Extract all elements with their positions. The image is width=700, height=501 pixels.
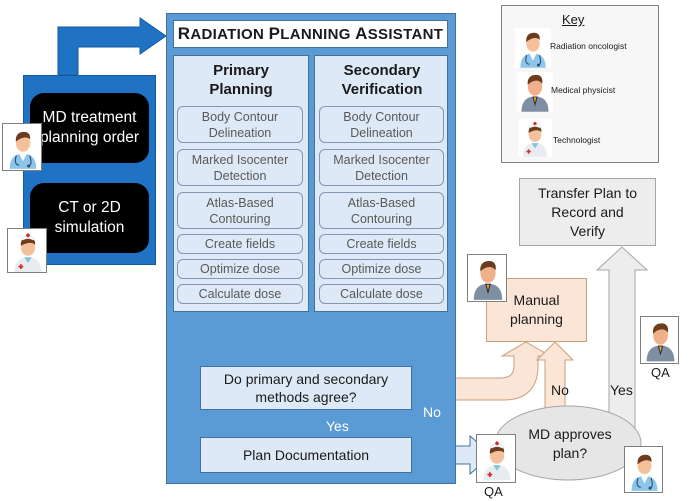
primary-step: Create fields xyxy=(177,234,303,254)
primary-step: Body Contour Delineation xyxy=(177,106,303,143)
secondary-step: Atlas-Based Contouring xyxy=(319,192,444,229)
rpa-title-text: RADIATION PLANNING ASSISTANT xyxy=(177,24,444,43)
transfer-plan-box: Transfer Plan to Record and Verify xyxy=(519,178,656,246)
plan-documentation-box: Plan Documentation xyxy=(200,437,412,473)
technologist-icon xyxy=(476,434,516,483)
arrow-order-to-rpa xyxy=(57,17,167,76)
technologist-icon xyxy=(518,118,552,158)
radiation-oncologist-icon xyxy=(515,28,551,68)
key-label-technologist: Technologist xyxy=(553,135,601,145)
agree-decision-label: Do primary and secondary methods agree? xyxy=(223,371,389,405)
technologist-icon xyxy=(7,228,47,273)
ct-simulation-box: CT or 2D simulation xyxy=(30,183,149,253)
qa-label-technologist: QA xyxy=(484,484,503,499)
primary-planning-heading: Primary Planning xyxy=(209,62,273,98)
approve-yes-label: Yes xyxy=(610,382,633,398)
secondary-step: Optimize dose xyxy=(319,259,444,279)
primary-step: Marked Isocenter Detection xyxy=(177,149,303,186)
radiation-oncologist-icon xyxy=(624,446,663,493)
secondary-verification-heading: Secondary Verification xyxy=(341,62,423,98)
medical-physicist-icon xyxy=(517,72,553,112)
primary-step: Calculate dose xyxy=(177,284,303,304)
medical-physicist-icon xyxy=(640,316,679,364)
approve-no-label: No xyxy=(551,382,569,398)
qa-label-physicist: QA xyxy=(651,365,670,380)
rpa-title: RADIATION PLANNING ASSISTANT xyxy=(173,20,448,48)
secondary-step: Marked Isocenter Detection xyxy=(319,149,444,186)
agree-yes-label: Yes xyxy=(326,418,349,434)
key-title: Key xyxy=(562,12,585,27)
secondary-step: Create fields xyxy=(319,234,444,254)
primary-step: Optimize dose xyxy=(177,259,303,279)
primary-step: Atlas-Based Contouring xyxy=(177,192,303,229)
radiation-oncologist-icon xyxy=(2,123,42,171)
md-approves-label: MD approves plan? xyxy=(528,426,612,461)
agree-decision-box: Do primary and secondary methods agree? xyxy=(200,366,412,410)
agree-no-label: No xyxy=(423,404,441,420)
md-order-box: MD treatment planning order xyxy=(30,93,149,163)
plan-documentation-label: Plan Documentation xyxy=(242,447,370,463)
key-label-oncologist: Radiation oncologist xyxy=(550,41,627,51)
key-label-physicist: Medical physicist xyxy=(551,85,616,95)
secondary-step: Body Contour Delineation xyxy=(319,106,444,143)
secondary-step: Calculate dose xyxy=(319,284,444,304)
transfer-plan-label: Transfer Plan to Record and Verify xyxy=(537,184,638,239)
ct-simulation-label: CT or 2D simulation xyxy=(54,199,125,236)
md-order-label: MD treatment planning order xyxy=(39,109,140,146)
medical-physicist-icon xyxy=(467,254,507,302)
manual-planning-label: Manual planning xyxy=(510,292,563,327)
